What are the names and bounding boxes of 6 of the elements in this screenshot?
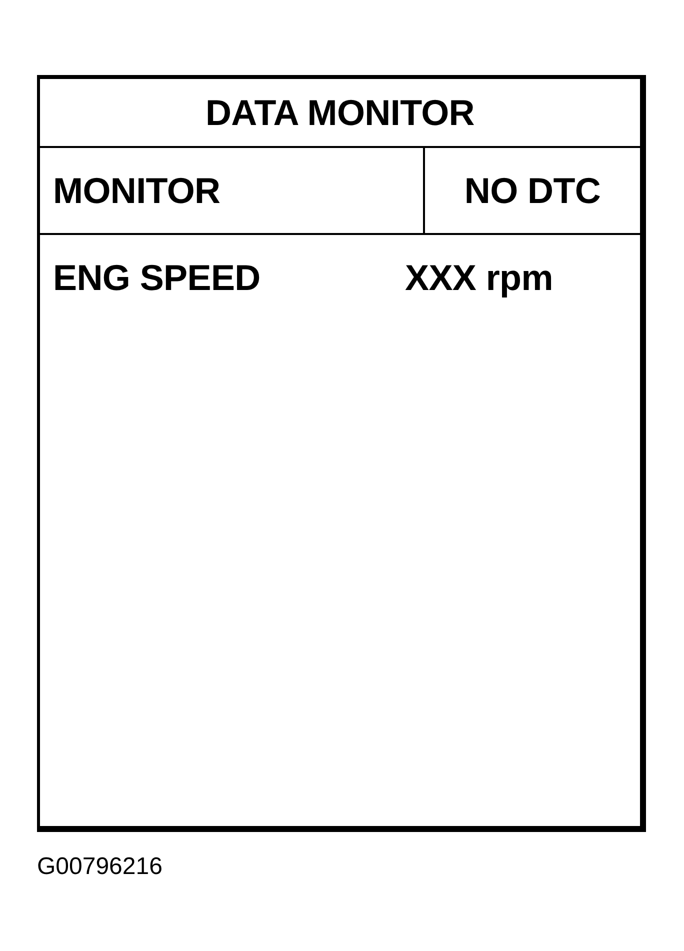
parameter-value: XXX rpm [405, 260, 554, 296]
mode-label: MONITOR [53, 172, 220, 208]
figure-code: G00796216 [37, 855, 162, 879]
screen-title: DATA MONITOR [205, 94, 475, 130]
status-label: NO DTC [464, 172, 601, 208]
parameter-name: ENG SPEED [53, 260, 262, 296]
